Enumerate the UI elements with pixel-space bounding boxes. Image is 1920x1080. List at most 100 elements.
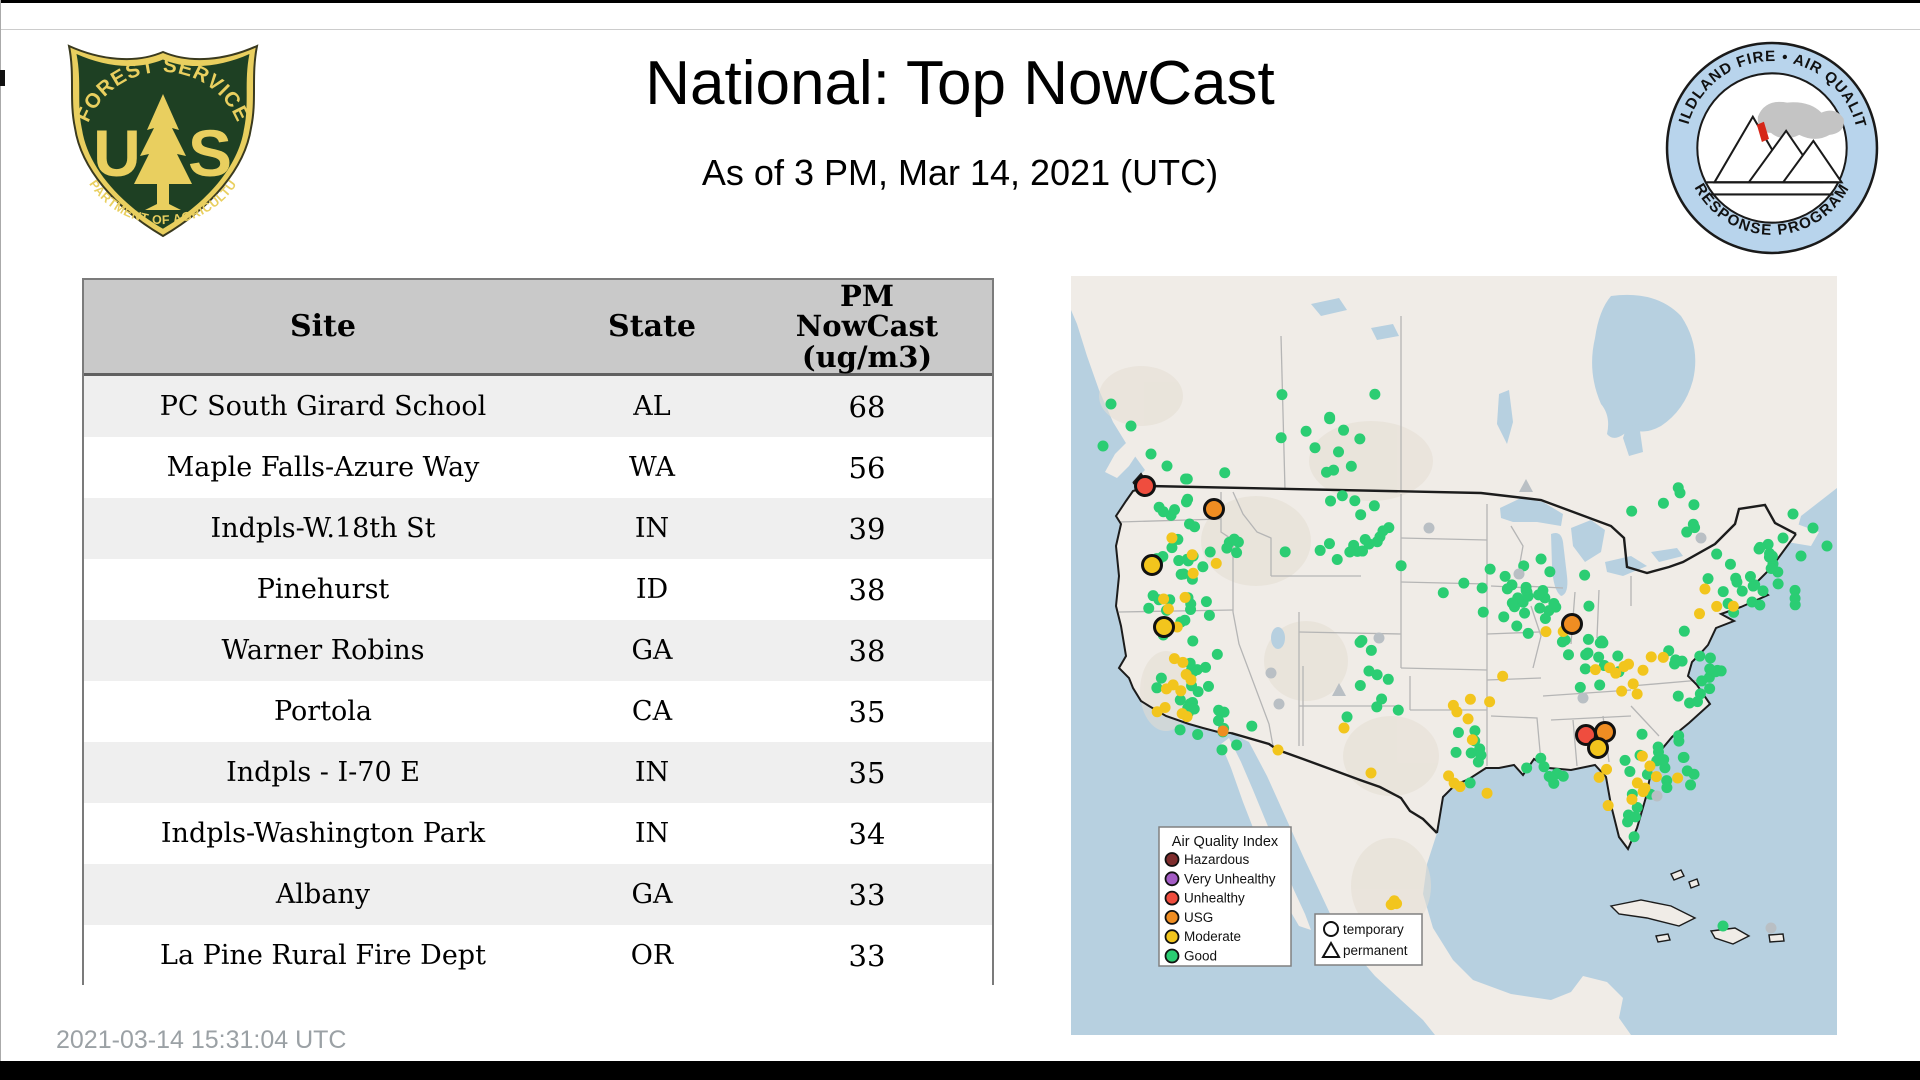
monitor-dot [1181,711,1193,723]
site-cell: PC South Girard School [159,391,487,422]
monitor-dot [1464,777,1476,789]
monitor-dot [1454,781,1466,793]
monitor-dot [1458,577,1470,589]
monitor-dot [1624,765,1636,777]
monitor-dot [1476,582,1488,594]
monitor-dot [1357,545,1369,557]
monitor-dot [1602,800,1614,812]
monitor-dot [1272,744,1284,756]
monitor-dot [1674,487,1686,499]
monitor-dot [1373,632,1385,644]
monitor-dot [1186,549,1198,561]
legend-swatch-good [1164,948,1180,964]
monitor-dot [1562,649,1574,661]
legend-label-unhealthy: Unhealthy [1184,891,1245,906]
monitor-dot [1757,585,1769,597]
monitor-dot [1766,550,1778,562]
monitor-dot [1589,664,1601,676]
monitor-dot [1593,651,1605,663]
monitor-dot [1355,509,1367,521]
monitor-dot [1631,688,1643,700]
state-cell: OR [630,940,674,971]
monitor-dot [1670,654,1682,666]
temporary-label: temporary [1343,922,1404,937]
monitor-dot [1275,432,1287,444]
monitor-dot [1657,497,1669,509]
legend-swatch-unhealthy [1164,890,1180,906]
monitor-dot [1754,599,1766,611]
state-cell: IN [634,757,670,788]
legend-label-moderate: Moderate [1184,929,1241,944]
monitor-dot [1210,557,1222,569]
monitor-dot [1499,570,1511,582]
monitor-dot [1174,724,1186,736]
monitor-dot [1583,600,1595,612]
monitor-dot [1437,587,1449,599]
monitor-dot [1744,571,1756,583]
monitor-dot [1200,596,1212,608]
table-row: Indpls - I-70 E IN 35 [84,742,992,803]
monitor-dot [1231,547,1243,559]
monitor-dot [1354,636,1366,648]
monitor-dot [1612,650,1624,662]
monitor-dot [1125,420,1137,432]
monitor-dot [1789,592,1801,604]
monitor-dot [1520,581,1532,593]
monitor-dot [1466,734,1478,746]
monitor-dot [1385,899,1397,911]
highlighted-site-marker [1153,616,1175,638]
monitor-dot [1162,603,1174,615]
monitor-dot [1765,562,1777,574]
monitor-dot [1681,765,1693,777]
monitor-dot [1349,495,1361,507]
monitor-dot [1724,558,1736,570]
table-row: La Pine Rural Fire Dept OR 33 [84,925,992,986]
monitor-dot [1354,433,1366,445]
monitor-dot [1197,561,1209,573]
monitor-dot [1465,747,1477,759]
monitor-dot [1626,793,1638,805]
monitor-dot [1772,578,1784,590]
monitor-dot [1159,701,1171,713]
monitor-dot [1192,728,1204,740]
monitor-dot [1443,770,1455,782]
page-subtitle: As of 3 PM, Mar 14, 2021 (UTC) [701,152,1219,193]
monitor-dot [1341,711,1353,723]
state-cell: CA [631,696,673,727]
table-row: Warner Robins GA 38 [84,620,992,681]
site-cell: Indpls-Washington Park [160,818,486,849]
monitor-dot [1533,589,1545,601]
monitor-dot [1325,495,1337,507]
monitor-dot [1231,739,1243,751]
page-title: National: Top NowCast [645,49,1275,118]
monitor-dot [1619,754,1631,766]
table-row: Pinehurst ID 38 [84,559,992,620]
monitor-dot [1821,540,1833,552]
monitor-dot [1616,685,1628,697]
monitor-dot [1382,673,1394,685]
monitor-dot [1359,533,1371,545]
value-cell: 33 [848,877,886,912]
permanent-label: permanent [1343,943,1408,958]
monitor-dot [1637,664,1649,676]
monitor-dot [1636,750,1648,762]
value-cell: 38 [848,633,886,668]
monitor-dot [1189,521,1201,533]
monitor-dot [1345,460,1357,472]
monitor-dot [1688,499,1700,511]
monitor-dot [1696,675,1708,687]
table-row: PC South Girard School AL 68 [84,376,992,437]
monitor-dot [1777,532,1789,544]
monitor-dot [1678,625,1690,637]
monitor-dot [1661,782,1673,794]
monitor-dot [1300,425,1312,437]
monitor-dot [1200,661,1212,673]
monitor-dot [1338,424,1350,436]
value-cell: 56 [848,450,886,485]
monitor-dot [1754,541,1766,553]
monitor-dot [1167,679,1179,691]
legend-swatch-moderate [1164,929,1180,945]
monitor-dot [1202,680,1214,692]
monitor-dot [1717,586,1729,598]
monitor-dot [1637,786,1649,798]
